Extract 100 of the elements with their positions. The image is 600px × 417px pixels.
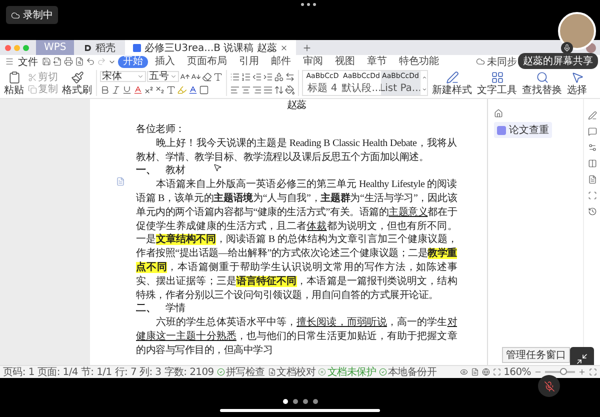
mic-button[interactable] — [538, 375, 560, 397]
eye-icon[interactable] — [460, 368, 468, 376]
menu-tab[interactable]: 邮件 — [266, 56, 296, 68]
ribbon-tool-button[interactable]: 新建样式 — [431, 70, 473, 96]
comment-icon[interactable] — [588, 127, 596, 136]
phonetic-icon[interactable] — [213, 72, 223, 82]
menu-tab[interactable]: 插入 — [150, 56, 180, 68]
layout-icon[interactable] — [588, 159, 596, 168]
format-painter-button[interactable]: 格式刷 — [61, 70, 93, 96]
window-tab[interactable]: 必修三U3rea...B 说课稿 赵蕊 — [125, 40, 296, 55]
menu-tab[interactable]: 审阅 — [298, 56, 328, 68]
font-style-icon[interactable] — [166, 84, 176, 94]
status-button[interactable]: 拼写检查 — [216, 365, 265, 379]
border-icon[interactable] — [199, 84, 209, 94]
page-dot[interactable] — [292, 399, 298, 404]
ribbon-tool-button[interactable]: 文字工具 — [476, 70, 518, 96]
outdent-icon[interactable] — [252, 72, 262, 82]
subscript-icon[interactable] — [155, 84, 165, 94]
caret-icon — [170, 73, 177, 80]
save-icon[interactable] — [42, 57, 51, 66]
history-icon[interactable] — [588, 207, 596, 216]
document-logo-icon — [133, 44, 142, 52]
file-menu[interactable]: 文件 — [16, 54, 40, 68]
undo-icon[interactable] — [86, 57, 95, 66]
page-dot[interactable] — [282, 399, 288, 404]
web-view-icon[interactable] — [482, 368, 490, 376]
document-check-icon — [268, 368, 276, 376]
align-left-icon[interactable] — [230, 84, 240, 94]
menu-tab[interactable]: 开始 — [118, 56, 148, 68]
scan-icon[interactable] — [588, 191, 596, 200]
cursor-icon — [213, 163, 222, 172]
mic-muted-icon — [544, 380, 554, 392]
text-effect-icon[interactable] — [133, 84, 143, 94]
style-label: 标题 4 — [308, 83, 338, 94]
bold-icon[interactable] — [100, 84, 110, 94]
indent-icon[interactable] — [263, 72, 273, 82]
font-select[interactable]: 宋体 — [100, 71, 146, 82]
status-text: 列: 3 — [140, 366, 162, 379]
justify-icon[interactable] — [263, 84, 273, 94]
section-heading: 教材 — [166, 164, 185, 178]
grow-font-icon[interactable] — [180, 72, 190, 82]
status-text: 页面: 1/4 — [37, 366, 78, 379]
preview-icon[interactable] — [75, 57, 84, 66]
direction-icon[interactable] — [285, 72, 295, 82]
font-size-select[interactable]: 五号 — [147, 71, 179, 82]
numbered-list-icon[interactable] — [241, 72, 251, 82]
check-circle-icon — [379, 368, 387, 376]
print-icon[interactable] — [64, 57, 73, 66]
line-spacing-icon[interactable] — [274, 84, 284, 94]
align-center-icon[interactable] — [241, 84, 251, 94]
menu-tab[interactable]: 章节 — [362, 56, 392, 68]
bullet-list-icon[interactable] — [230, 72, 240, 82]
ribbon-tool-button[interactable]: 选择 — [566, 70, 588, 96]
ribbon-tool-button[interactable]: 查找替换 — [521, 70, 563, 96]
zoom-thumb[interactable] — [560, 368, 567, 375]
document-title: 赵蕊 — [286, 99, 308, 113]
paragraph: 晚上好！我今天说课的主题是 Reading B Classic Health Debate，我将从教材、学情、教学目标、教学流程以及课后反思五个方面加以阐述。 — [136, 136, 457, 164]
page-dot[interactable] — [312, 399, 318, 404]
underline-icon[interactable] — [122, 84, 132, 94]
menu-tab[interactable]: 引用 — [234, 56, 264, 68]
page-view-icon[interactable] — [470, 368, 479, 376]
shrink-font-icon[interactable] — [191, 72, 201, 82]
align-right-icon[interactable] — [252, 84, 262, 94]
menu-tab[interactable]: 页面布局 — [182, 56, 232, 68]
menu-tab[interactable]: 特色功能 — [394, 56, 444, 68]
status-button[interactable]: 本地备份开 — [379, 365, 437, 379]
copy-icon — [28, 84, 37, 94]
document-icon[interactable] — [588, 175, 596, 184]
window-tab[interactable]: 稻壳 — [76, 40, 124, 55]
italic-icon[interactable] — [111, 84, 121, 94]
close-icon[interactable] — [280, 44, 288, 52]
menu-icon[interactable] — [5, 57, 14, 66]
new-tab-icon[interactable] — [302, 42, 312, 52]
home-icon[interactable] — [494, 109, 503, 118]
task-window-button[interactable] — [570, 347, 594, 365]
status-text: 字数: 2109 — [164, 366, 214, 379]
export-icon[interactable] — [53, 57, 62, 66]
cloud-icon — [11, 10, 20, 20]
font-color-icon[interactable] — [188, 84, 198, 94]
pen-icon[interactable] — [588, 111, 596, 120]
paste-button[interactable]: 粘贴 — [3, 70, 25, 96]
brush-icon — [70, 70, 84, 84]
fill-icon[interactable] — [285, 84, 295, 94]
text-tool-icon — [490, 70, 504, 84]
eraser-icon[interactable] — [202, 72, 212, 82]
shapes-icon[interactable] — [274, 72, 284, 82]
task-tooltip: 管理任务窗口 — [502, 347, 570, 363]
check-button[interactable]: 论文查重 — [494, 122, 552, 138]
pointer-icon — [570, 70, 584, 84]
status-text: 节: 1/1 — [80, 366, 112, 379]
sync-button[interactable]: 未同步 — [476, 54, 517, 68]
more-icon[interactable] — [300, 3, 316, 6]
check-circle-icon — [216, 368, 225, 376]
zoom-level[interactable]: 160% — [504, 366, 531, 378]
page-dot[interactable] — [302, 399, 308, 404]
superscript-icon[interactable] — [144, 84, 154, 94]
settings-icon[interactable] — [588, 143, 596, 152]
zoom-in-icon[interactable] — [578, 368, 586, 376]
status-button[interactable]: 文档校对 — [268, 365, 316, 379]
menu-tab[interactable]: 视图 — [330, 56, 360, 68]
